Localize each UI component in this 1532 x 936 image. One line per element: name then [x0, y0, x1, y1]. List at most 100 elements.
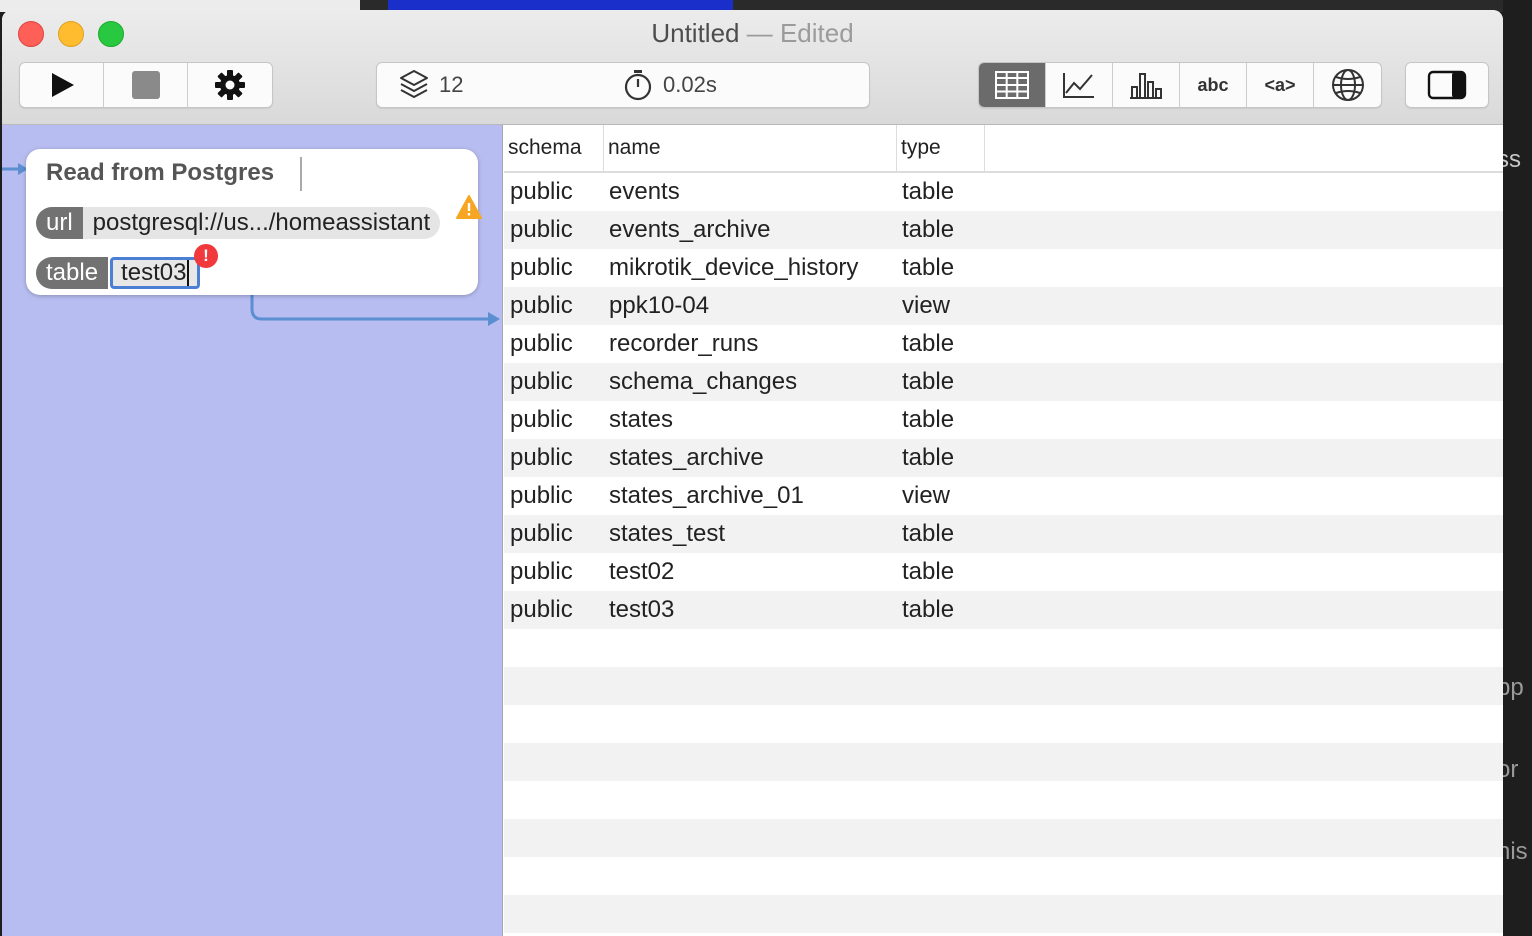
cell-name[interactable]: mikrotik_device_history	[609, 249, 858, 287]
cell-name[interactable]: schema_changes	[609, 363, 797, 401]
cell-name[interactable]: events	[609, 173, 680, 211]
column-header-type[interactable]: type	[897, 125, 985, 171]
edited-indicator: — Edited	[746, 18, 854, 48]
text-view-button[interactable]: abc	[1180, 63, 1247, 107]
empty-row	[504, 705, 1503, 743]
column-header-name[interactable]: name	[604, 125, 897, 171]
cell-schema[interactable]: public	[510, 363, 573, 401]
cell-schema[interactable]: public	[510, 553, 573, 591]
bar-chart-view-button[interactable]	[1113, 63, 1180, 107]
background-text: or	[1503, 756, 1519, 783]
cell-type[interactable]: table	[902, 553, 954, 591]
cell-name[interactable]: test03	[609, 591, 674, 629]
elapsed-time: 0.02s	[663, 72, 717, 97]
cell-type[interactable]: table	[902, 515, 954, 553]
table-field-value: test03	[121, 259, 187, 286]
cell-type[interactable]: table	[902, 439, 954, 477]
cell-type[interactable]: table	[902, 363, 954, 401]
stop-button[interactable]	[104, 63, 188, 107]
param-key: table	[36, 257, 109, 289]
execution-stats: 12 0.02s	[376, 62, 870, 108]
text-cursor	[187, 260, 190, 286]
cell-name[interactable]: states_test	[609, 515, 725, 553]
cell-type[interactable]: view	[902, 287, 950, 325]
html-view-button[interactable]: <a>	[1247, 63, 1314, 107]
cell-name[interactable]: states	[609, 401, 673, 439]
pipeline-canvas[interactable]: Read from Postgres url postgresql://us..…	[2, 125, 503, 936]
cell-schema[interactable]: public	[510, 515, 573, 553]
stop-icon	[131, 71, 160, 99]
cell-name[interactable]: states_archive	[609, 439, 764, 477]
cell-schema[interactable]: public	[510, 439, 573, 477]
table-row[interactable]: public events_archive table	[504, 211, 1503, 249]
cell-type[interactable]: table	[902, 591, 954, 629]
cell-name[interactable]: events_archive	[609, 211, 770, 249]
url-param[interactable]: url postgresql://us.../homeassistant	[36, 207, 441, 239]
cell-type[interactable]: view	[902, 477, 950, 515]
table-row[interactable]: public states_archive table	[504, 439, 1503, 477]
url-field[interactable]: postgresql://us.../homeassistant	[82, 207, 441, 239]
cell-name[interactable]: states_archive_01	[609, 477, 804, 515]
line-chart-view-button[interactable]	[1046, 63, 1113, 107]
globe-icon	[1331, 69, 1364, 101]
table-row[interactable]: public states_test table	[504, 515, 1503, 553]
sidebar-toggle-icon	[1427, 70, 1467, 100]
run-controls	[19, 62, 273, 108]
table-field[interactable]: test03	[110, 257, 201, 289]
grid-view-button[interactable]	[979, 63, 1046, 107]
view-mode-selector: abc <a>	[978, 62, 1382, 108]
cell-type[interactable]: table	[902, 325, 954, 363]
cell-schema[interactable]: public	[510, 287, 573, 325]
layers-count: 12	[439, 72, 464, 97]
column-header-schema[interactable]: schema	[504, 125, 604, 171]
cell-schema[interactable]: public	[510, 401, 573, 439]
sidebar-toggle-button[interactable]	[1405, 62, 1489, 108]
gear-icon	[215, 70, 245, 100]
table-header: schema name type	[504, 125, 1503, 173]
cell-type[interactable]: table	[902, 249, 954, 287]
output-connector	[250, 295, 500, 326]
cell-schema[interactable]: public	[510, 325, 573, 363]
cell-type[interactable]: table	[902, 173, 954, 211]
table-row[interactable]: public mikrotik_device_history table	[504, 249, 1503, 287]
param-key: url	[36, 207, 83, 239]
table-body: public events table public events_archive tab…	[504, 173, 1503, 933]
empty-row	[504, 781, 1503, 819]
settings-button[interactable]	[188, 63, 272, 107]
run-button[interactable]	[20, 63, 104, 107]
table-row[interactable]: public schema_changes table	[504, 363, 1503, 401]
postgres-source-node[interactable]: Read from Postgres url postgresql://us..…	[26, 149, 482, 295]
table-row[interactable]: public ppk10-04 view	[504, 287, 1503, 325]
table-row[interactable]: public states table	[504, 401, 1503, 439]
cell-name[interactable]: test02	[609, 553, 674, 591]
map-view-button[interactable]	[1314, 63, 1381, 107]
cell-schema[interactable]: public	[510, 211, 573, 249]
cell-type[interactable]: table	[902, 401, 954, 439]
layers-stat: 12	[399, 63, 463, 107]
table-row[interactable]: public test02 table	[504, 553, 1503, 591]
grid-view-icon	[995, 71, 1029, 99]
table-row[interactable]: public states_archive_01 view	[504, 477, 1503, 515]
empty-row	[504, 895, 1503, 933]
play-icon	[51, 73, 74, 97]
table-row[interactable]: public recorder_runs table	[504, 325, 1503, 363]
node-title[interactable]: Read from Postgres	[46, 159, 274, 187]
cell-name[interactable]: ppk10-04	[609, 287, 709, 325]
window-title: Untitled — Edited	[2, 18, 1503, 49]
cell-schema[interactable]: public	[510, 249, 573, 287]
document-name: Untitled	[651, 18, 740, 48]
empty-row	[504, 819, 1503, 857]
table-row[interactable]: public events table	[504, 173, 1503, 211]
cell-schema[interactable]: public	[510, 477, 573, 515]
table-param[interactable]: table test03	[36, 257, 201, 289]
results-table: schema name type public events table public…	[504, 125, 1503, 936]
background-text: ss	[1503, 146, 1521, 173]
cell-name[interactable]: recorder_runs	[609, 325, 758, 363]
table-row[interactable]: public test03 table	[504, 591, 1503, 629]
layers-icon	[400, 70, 428, 98]
titlebar: Untitled — Edited 12 0.02s abc <a>	[2, 10, 1503, 125]
cell-type[interactable]: table	[902, 211, 954, 249]
cell-schema[interactable]: public	[510, 591, 573, 629]
empty-row	[504, 667, 1503, 705]
cell-schema[interactable]: public	[510, 173, 573, 211]
